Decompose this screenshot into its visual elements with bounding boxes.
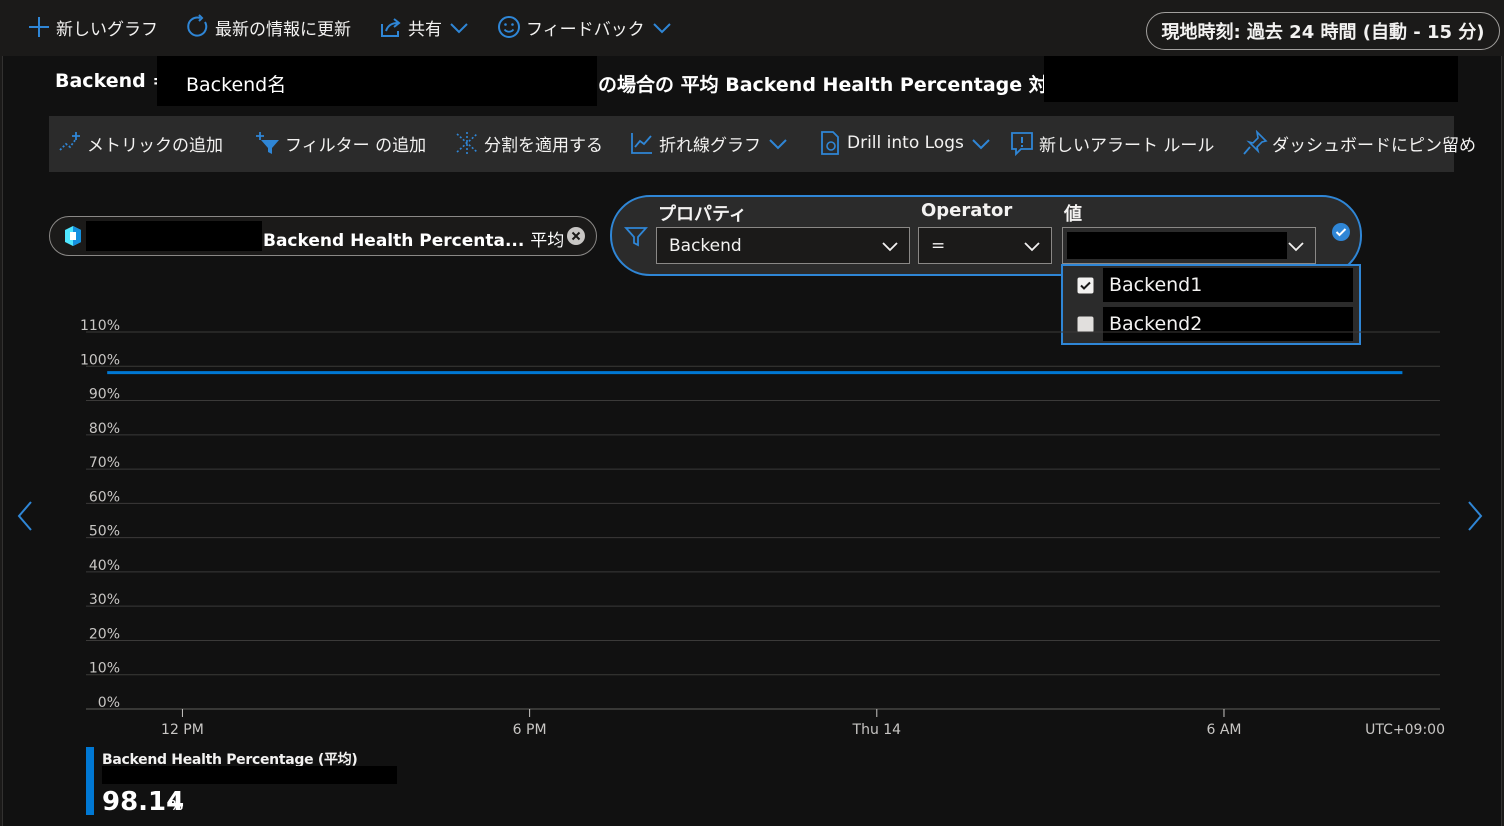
pin-dashboard-label: ダッシュボードにピン留め bbox=[1272, 135, 1476, 156]
redacted-block bbox=[86, 221, 262, 251]
y-tick-label: 40% bbox=[89, 558, 120, 574]
application-gateway-icon bbox=[65, 226, 81, 246]
chevron-down-icon bbox=[652, 23, 671, 34]
close-icon[interactable] bbox=[566, 226, 586, 246]
legend-unit: % bbox=[170, 799, 184, 814]
time-range-button[interactable]: 現地時刻: 過去 24 時間 (自動 - 15 分) bbox=[1146, 12, 1500, 50]
redacted-block bbox=[102, 766, 397, 784]
new-alert-rule-label: 新しいアラート ルール bbox=[1039, 135, 1215, 156]
chevron-left-icon[interactable] bbox=[14, 498, 38, 534]
y-tick-label: 100% bbox=[80, 352, 120, 368]
add-metric-button[interactable]: メトリックの追加 bbox=[57, 128, 223, 158]
value-select[interactable] bbox=[1062, 227, 1316, 264]
y-tick-label: 60% bbox=[89, 489, 120, 505]
option-label: Backend1 bbox=[1103, 268, 1353, 302]
redacted-block bbox=[1067, 232, 1287, 259]
feedback-label: フィードバック bbox=[526, 19, 645, 40]
chevron-down-icon bbox=[972, 139, 990, 150]
refresh-button[interactable]: 最新の情報に更新 bbox=[185, 12, 351, 42]
y-tick-label: 10% bbox=[89, 661, 120, 677]
metric-pill-label: Backend Health Percenta... 平均 bbox=[263, 231, 565, 251]
line-chart: 0% 10% 20% 30% 40% 50% 60% 70% 80% 90% 100% 110% 12 … bbox=[80, 318, 1445, 738]
y-tick-label: 110% bbox=[80, 318, 120, 334]
legend-color-bar bbox=[86, 747, 94, 815]
x-tick-label: Thu 14 bbox=[852, 722, 902, 738]
metric-pill[interactable]: Backend Health Percenta... 平均 bbox=[49, 216, 597, 256]
y-tick-label: 50% bbox=[89, 524, 120, 540]
title-backend-name: Backend名 bbox=[186, 74, 287, 96]
add-metric-label: メトリックの追加 bbox=[87, 135, 223, 156]
new-chart-button[interactable]: 新しいグラフ bbox=[26, 12, 158, 42]
add-filter-button[interactable]: フィルター の追加 bbox=[255, 128, 426, 158]
new-chart-label: 新しいグラフ bbox=[56, 19, 158, 40]
checkbox-checked-icon[interactable] bbox=[1077, 277, 1094, 294]
drill-logs-button[interactable]: Drill into Logs bbox=[817, 128, 992, 158]
share-button[interactable]: 共有 bbox=[378, 12, 470, 42]
share-label: 共有 bbox=[408, 19, 442, 40]
y-tick-label: 80% bbox=[89, 421, 120, 437]
logs-icon bbox=[821, 131, 839, 155]
smiley-icon bbox=[498, 16, 520, 38]
property-select[interactable]: Backend bbox=[656, 227, 910, 264]
chevron-down-icon bbox=[450, 23, 468, 34]
time-range-label: 現地時刻: 過去 24 時間 (自動 - 15 分) bbox=[1161, 22, 1485, 43]
x-tick-label: 6 AM bbox=[1206, 722, 1241, 738]
new-alert-rule-button[interactable]: 新しいアラート ルール bbox=[1009, 128, 1214, 158]
chevron-right-icon[interactable] bbox=[1462, 498, 1486, 534]
filter-icon bbox=[256, 132, 279, 154]
y-tick-label: 20% bbox=[89, 626, 120, 642]
alert-icon bbox=[1011, 132, 1033, 156]
operator-select[interactable]: = bbox=[918, 227, 1052, 264]
chart-type-button[interactable]: 折れ線グラフ bbox=[629, 128, 789, 158]
x-tick-label: 6 PM bbox=[513, 722, 547, 738]
plus-icon bbox=[29, 17, 49, 37]
feedback-button[interactable]: フィードバック bbox=[496, 12, 673, 42]
property-value: Backend bbox=[669, 235, 742, 256]
command-bar: メトリックの追加 フィルター の追加 分割を適用する 折れ線グラフ Drill … bbox=[49, 116, 1476, 172]
line-chart-label: 折れ線グラフ bbox=[659, 135, 761, 156]
pin-icon bbox=[1243, 130, 1268, 155]
split-icon bbox=[456, 132, 478, 154]
timezone-label: UTC+09:00 bbox=[1365, 722, 1445, 738]
add-filter-label: フィルター の追加 bbox=[285, 135, 427, 156]
top-toolbar: 新しいグラフ 最新の情報に更新 共有 フィードバック 現地時刻: 過去 24 時… bbox=[0, 0, 1504, 56]
y-tick-label: 30% bbox=[89, 592, 120, 608]
chart-title: Backend = Backend名 の場合の 平均 Backend Healt… bbox=[55, 56, 1475, 106]
filter-icon bbox=[624, 227, 648, 247]
refresh-icon bbox=[187, 14, 208, 37]
operator-label: Operator bbox=[921, 200, 1013, 221]
chevron-down-icon bbox=[882, 242, 898, 252]
share-icon bbox=[381, 18, 401, 37]
x-tick-label: 12 PM bbox=[161, 722, 204, 738]
apply-check-icon[interactable] bbox=[1331, 222, 1351, 242]
redacted-block bbox=[1044, 56, 1458, 102]
value-label: 値 bbox=[1064, 204, 1082, 225]
property-label: プロパティ bbox=[658, 204, 747, 225]
line-chart-icon bbox=[631, 133, 652, 154]
y-tick-label: 0% bbox=[98, 695, 120, 711]
apply-split-label: 分割を適用する bbox=[484, 135, 603, 156]
pin-dashboard-button[interactable]: ダッシュボードにピン留め bbox=[1242, 128, 1476, 158]
chevron-down-icon bbox=[1288, 242, 1304, 252]
y-tick-label: 90% bbox=[89, 387, 120, 403]
operator-value: = bbox=[931, 235, 946, 256]
chart-legend: Backend Health Percentage (平均) 98.14 % bbox=[86, 745, 406, 817]
title-middle: の場合の 平均 Backend Health Percentage 対象 bbox=[598, 74, 1067, 96]
chevron-down-icon bbox=[769, 139, 787, 150]
chevron-down-icon bbox=[1024, 242, 1040, 252]
apply-split-button[interactable]: 分割を適用する bbox=[454, 128, 603, 158]
title-prefix: Backend = bbox=[55, 70, 169, 92]
y-tick-label: 70% bbox=[89, 455, 120, 471]
option-backend1[interactable]: Backend1 bbox=[1063, 266, 1359, 304]
refresh-label: 最新の情報に更新 bbox=[215, 19, 351, 40]
drill-logs-label: Drill into Logs bbox=[847, 133, 964, 153]
add-metric-icon bbox=[59, 132, 80, 151]
